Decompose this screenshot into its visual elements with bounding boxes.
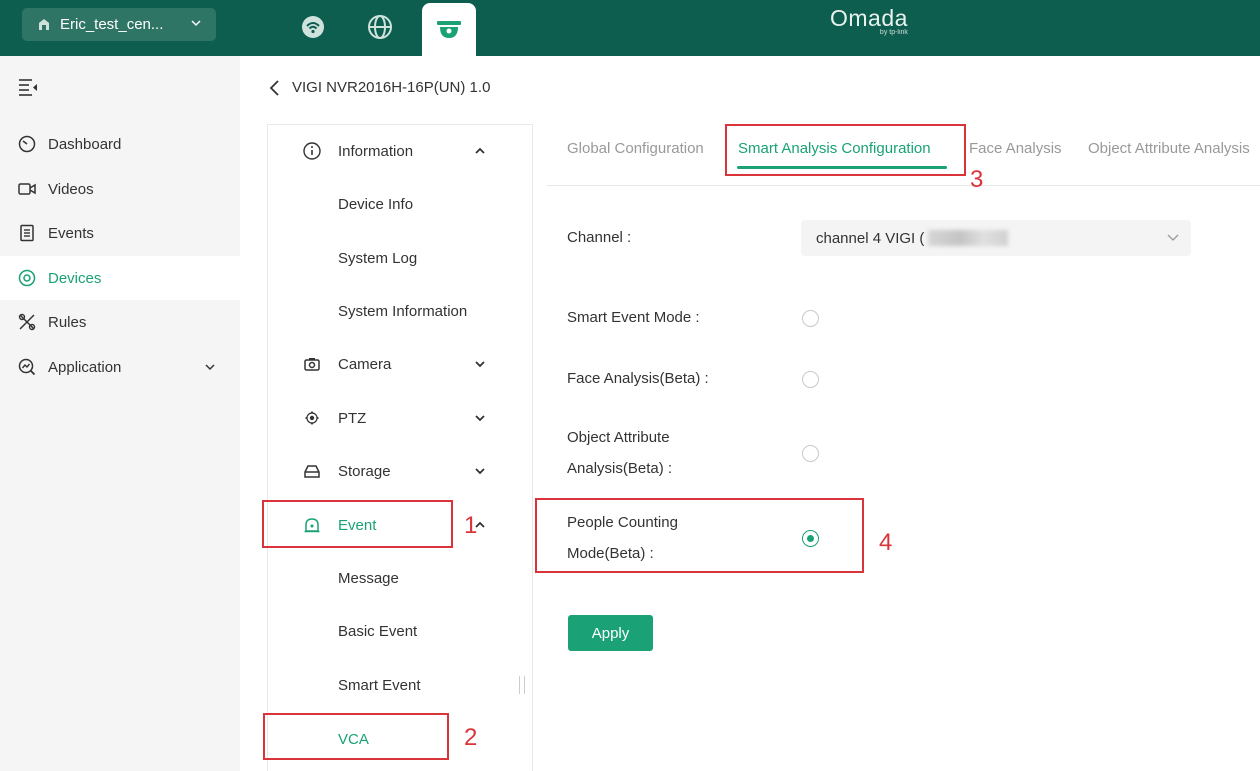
sidebar-item-videos[interactable]: Videos — [0, 167, 240, 211]
redacted-text — [928, 230, 1009, 246]
site-selector[interactable]: Eric_test_cen... — [22, 8, 216, 41]
tab-object-attribute-analysis[interactable]: Object Attribute Analysis — [1088, 140, 1250, 157]
object-attribute-radio[interactable] — [802, 445, 819, 462]
site-name: Eric_test_cen... — [60, 16, 164, 33]
annotation-number-1: 1 — [464, 512, 478, 539]
chevron-up-icon — [475, 147, 485, 154]
tools-icon — [18, 313, 36, 331]
back-button[interactable]: VIGI NVR2016H-16P(UN) 1.0 — [268, 79, 490, 96]
sidebar-item-rules[interactable]: Rules — [0, 300, 240, 344]
sidebar-item-label: Events — [48, 224, 94, 242]
settings-menu: Information Device Info System Log Syste… — [267, 124, 533, 771]
info-icon — [303, 142, 321, 160]
annotation-box-vca — [263, 713, 449, 760]
wifi-router-icon[interactable] — [298, 12, 328, 42]
menu-item-label: System Information — [338, 302, 468, 320]
annotation-box-smart-tab — [725, 124, 966, 176]
menu-item-label: Basic Event — [338, 622, 418, 640]
collapse-menu-icon[interactable] — [18, 78, 40, 96]
sidebar-item-dashboard[interactable]: Dashboard — [0, 122, 240, 166]
menu-item-label: Storage — [338, 462, 391, 480]
chevron-down-icon — [1167, 234, 1179, 241]
chevron-down-icon — [475, 361, 485, 368]
list-icon — [20, 224, 34, 242]
face-analysis-radio[interactable] — [802, 371, 819, 388]
gauge-icon — [18, 135, 36, 153]
chevron-down-icon — [205, 364, 215, 371]
object-attribute-label-line1: Object Attribute — [567, 429, 670, 446]
omada-logo: Omada by tp-link — [830, 5, 908, 36]
menu-item-ptz[interactable]: PTZ — [268, 398, 532, 438]
sidebar-item-label: Devices — [48, 269, 102, 287]
channel-select[interactable]: channel 4 VIGI ( — [801, 220, 1191, 256]
sidebar-item-label: Rules — [48, 313, 87, 331]
target-icon — [18, 269, 36, 287]
brand-name: Omada — [830, 5, 908, 31]
chevron-down-icon — [191, 20, 201, 27]
storage-icon — [304, 465, 320, 478]
annotation-number-4: 4 — [879, 529, 893, 556]
menu-item-system-information[interactable]: System Information — [268, 291, 532, 331]
sidebar-item-events[interactable]: Events — [0, 211, 240, 255]
site-icon — [39, 18, 49, 30]
menu-item-label: PTZ — [338, 409, 367, 427]
tab-face-analysis[interactable]: Face Analysis — [969, 140, 1062, 157]
menu-item-message[interactable]: Message — [268, 558, 532, 598]
menu-item-label: Message — [338, 569, 399, 587]
sidebar-item-label: Dashboard — [48, 135, 122, 153]
smart-event-mode-radio[interactable] — [802, 310, 819, 327]
chart-search-icon — [18, 358, 36, 376]
menu-item-basic-event[interactable]: Basic Event — [268, 611, 532, 651]
menu-item-label: Smart Event — [338, 676, 421, 694]
menu-item-smart-event[interactable]: Smart Event — [268, 665, 532, 705]
sidebar-item-application[interactable]: Application — [0, 345, 240, 389]
camera-dome-icon[interactable] — [422, 3, 476, 56]
sidebar-item-devices[interactable]: Devices — [0, 256, 240, 300]
top-bar: Eric_test_cen... Omada by tp-link — [0, 0, 1260, 56]
annotation-number-2: 2 — [464, 724, 478, 751]
annotation-number-3: 3 — [970, 166, 984, 193]
ptz-icon — [305, 411, 319, 425]
camera-icon — [304, 358, 320, 371]
menu-item-label: Device Info — [338, 195, 414, 213]
video-icon — [18, 183, 36, 195]
sidebar-item-label: Application — [48, 358, 122, 376]
menu-item-label: System Log — [338, 249, 418, 267]
channel-value: channel 4 VIGI ( — [816, 229, 925, 247]
annotation-box-people-counting — [535, 498, 864, 573]
menu-item-storage[interactable]: Storage — [268, 451, 532, 491]
tab-global-configuration[interactable]: Global Configuration — [567, 140, 704, 157]
annotation-box-event — [262, 500, 453, 548]
channel-label: Channel : — [567, 229, 632, 246]
brand-sub: by tp-link — [879, 29, 908, 36]
device-title: VIGI NVR2016H-16P(UN) 1.0 — [292, 79, 491, 96]
smart-event-mode-label: Smart Event Mode : — [567, 309, 700, 326]
resize-handle[interactable] — [519, 676, 525, 694]
chevron-left-icon — [269, 79, 279, 96]
globe-icon[interactable] — [365, 12, 395, 42]
menu-item-label: Information — [338, 142, 414, 160]
chevron-down-icon — [475, 415, 485, 422]
object-attribute-label-line2: Analysis(Beta) : — [567, 460, 673, 477]
menu-item-label: Camera — [338, 355, 392, 373]
menu-item-device-info[interactable]: Device Info — [268, 184, 532, 224]
apply-button[interactable]: Apply — [568, 615, 653, 651]
face-analysis-label: Face Analysis(Beta) : — [567, 370, 709, 387]
sidebar-item-label: Videos — [48, 180, 94, 198]
menu-item-camera[interactable]: Camera — [268, 344, 532, 384]
menu-item-information[interactable]: Information — [268, 131, 532, 171]
chevron-down-icon — [475, 468, 485, 475]
menu-item-system-log[interactable]: System Log — [268, 238, 532, 278]
